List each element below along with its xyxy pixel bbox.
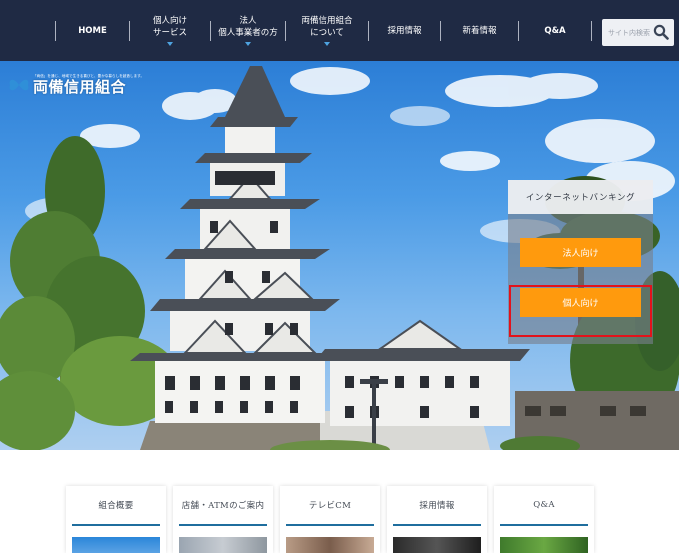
tile-tv-cm[interactable]: テレビCM: [280, 486, 380, 553]
tile-thumbnail: [393, 537, 481, 553]
nav-item-label: 個人向け: [152, 16, 187, 26]
tile-thumbnail: [286, 537, 374, 553]
tile-divider: [72, 524, 160, 526]
tile-divider: [393, 524, 481, 526]
nav-item-sublabel: 個人事業者の方: [218, 28, 278, 38]
tile-about[interactable]: 組合概要: [66, 486, 166, 553]
nav-item-recruit[interactable]: 採用情報: [369, 0, 440, 61]
tile-label: 採用情報: [419, 501, 455, 511]
search-icon[interactable]: [653, 24, 669, 40]
tile-thumbnail: [72, 537, 160, 553]
nav-item-personal-services[interactable]: 個人向け サービス: [130, 0, 210, 61]
tile-label: 組合概要: [98, 501, 134, 511]
tile-divider: [286, 524, 374, 526]
tile-divider: [179, 524, 267, 526]
logo-mark-icon: [9, 79, 29, 90]
nav-item-about[interactable]: 両備信用組合 について: [286, 0, 368, 61]
nav-item-label: Q&A: [544, 25, 566, 36]
nav-item-news[interactable]: 新着情報: [441, 0, 518, 61]
tile-label: Q&A: [533, 500, 555, 510]
tile-thumbnail: [179, 537, 267, 553]
logo-name: 両備信用組合: [33, 78, 127, 96]
nav-item-corporate[interactable]: 法人 個人事業者の方: [211, 0, 285, 61]
nav-item-sublabel: について: [310, 28, 344, 38]
top-navigation-bar: HOME 個人向け サービス 法人 個人事業者の方 両備信用組合 について 採用…: [0, 0, 679, 61]
nav-divider: [591, 20, 592, 41]
chevron-down-icon: [245, 42, 251, 46]
nav-item-label: 両備信用組合: [301, 16, 353, 26]
nav-item-label: 採用情報: [387, 25, 422, 36]
chevron-down-icon: [167, 42, 173, 46]
tile-qa[interactable]: Q&A: [494, 486, 594, 553]
main-menu: HOME 個人向け サービス 法人 個人事業者の方 両備信用組合 について 採用…: [55, 0, 592, 61]
personal-banking-button[interactable]: 個人向け: [520, 288, 641, 317]
tile-label: テレビCM: [308, 501, 352, 511]
tile-branch-atm[interactable]: 店舗・ATMのご案内: [173, 486, 273, 553]
tile-divider: [500, 524, 588, 526]
internet-banking-title: インターネットバンキング: [508, 180, 653, 214]
nav-item-home[interactable]: HOME: [56, 0, 129, 61]
nav-item-label: HOME: [78, 25, 107, 36]
tile-label: 店舗・ATMのご案内: [181, 501, 265, 511]
tile-thumbnail: [500, 537, 588, 553]
nav-item-sublabel: サービス: [152, 28, 187, 38]
chevron-down-icon: [324, 42, 330, 46]
corporate-banking-button[interactable]: 法人向け: [520, 238, 641, 267]
nav-item-label: 新着情報: [462, 25, 497, 36]
nav-item-qa[interactable]: Q&A: [519, 0, 591, 61]
site-search[interactable]: サイト内検索: [602, 19, 674, 46]
quick-links: 組合概要 店舗・ATMのご案内 テレビCM 採用情報 Q&A: [66, 486, 596, 553]
tile-recruit[interactable]: 採用情報: [387, 486, 487, 553]
internet-banking-panel: インターネットバンキング 法人向け 個人向け: [508, 180, 653, 344]
search-input[interactable]: サイト内検索: [602, 28, 654, 38]
site-logo[interactable]: 「両信」を通じ、地域で生きる喜びと、豊かな暮らしを創造します。 両備信用組合: [8, 74, 144, 95]
nav-item-label: 法人: [239, 16, 257, 26]
